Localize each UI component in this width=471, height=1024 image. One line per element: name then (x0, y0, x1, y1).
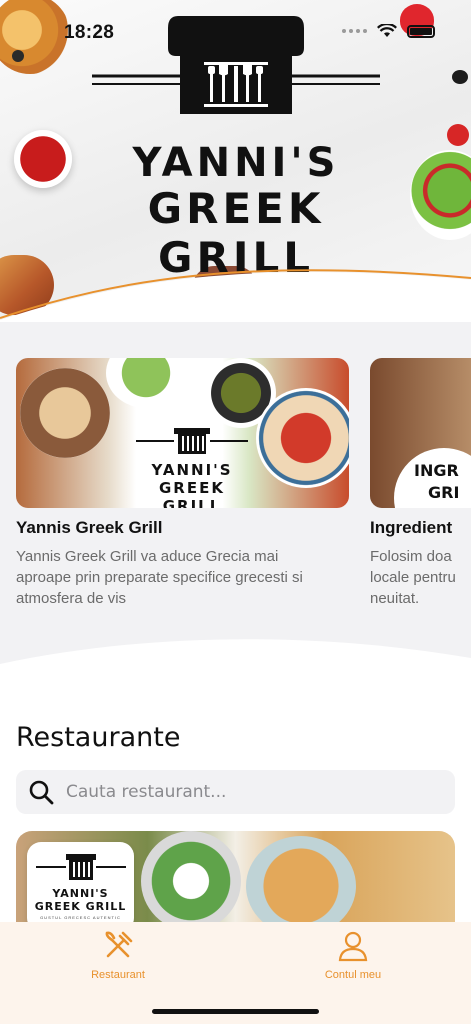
carousel-card-logo: YANNI'S GREEK GRILL (136, 426, 248, 508)
carousel-card-description: Yannis Greek Grill va aduce Grecia mai a… (16, 548, 303, 607)
restaurants-heading: Restaurante (16, 722, 181, 753)
restaurant-search-bar[interactable] (16, 770, 455, 814)
tomato-image (447, 124, 469, 146)
tab-restaurant[interactable]: Restaurant (58, 930, 178, 981)
restaurant-logo: YANNI'S GREEK GRILL (92, 14, 380, 282)
restaurant-logo-line1: YANNI'S (52, 887, 109, 900)
temple-cutlery-icon (35, 854, 126, 880)
ketchup-bowl-image (14, 130, 72, 188)
platter-image (256, 388, 349, 488)
carousel-card[interactable]: INGR GRI Ingredient Folosim doa locale p… (370, 358, 471, 609)
carousel-card-title: Ingredient (370, 518, 453, 537)
restaurant-logo-line2: GREEK GRILL (34, 900, 127, 913)
carousel-card-image: YANNI'S GREEK GRILL (16, 358, 349, 508)
user-icon (338, 931, 368, 962)
carousel-card-image: INGR GRI (370, 358, 471, 508)
carousel-wave-divider (0, 639, 471, 688)
wifi-icon (377, 24, 397, 37)
olive-image (452, 70, 468, 84)
tab-restaurant-label: Restaurant (91, 969, 145, 981)
signal-icon (342, 29, 367, 33)
carousel-logo-line2: GREEK GRILL (159, 479, 225, 508)
battery-icon (407, 24, 435, 38)
carousel-logo-line1: YANNI'S (151, 461, 233, 479)
status-time: 18:28 (64, 22, 115, 43)
carousel-card-description: Folosim doa locale pentru neuitat. (370, 548, 456, 607)
fork-knife-icon (105, 931, 133, 958)
restaurant-card-logo: YANNI'S GREEK GRILL GUSTUL GRECESC AUTEN… (27, 842, 134, 932)
hero-banner: YANNI'S GREEK GRILL 18:28 (0, 0, 471, 322)
temple-cutlery-icon (92, 16, 380, 114)
tab-account[interactable]: Contul meu (293, 930, 413, 981)
tab-account-label: Contul meu (324, 969, 382, 981)
carousel-image-text-line1: INGR (414, 461, 459, 480)
salad-image (106, 358, 186, 408)
olive-image (12, 50, 24, 62)
logo-title-line1: YANNI'S (132, 140, 340, 186)
carousel-image-text-line2: GRI (428, 483, 460, 502)
temple-cutlery-icon (136, 428, 248, 454)
status-icons (342, 24, 435, 38)
salad-bowl-image (410, 150, 471, 240)
hero-wave-divider (0, 269, 471, 322)
pizza-image (0, 0, 70, 74)
carousel-card-image-text: INGR GRI (414, 460, 459, 504)
gyro-plate-image (20, 368, 110, 458)
search-icon (29, 780, 54, 805)
salad-plate-image (141, 831, 241, 931)
carousel-card[interactable]: YANNI'S GREEK GRILL Yannis Greek Grill Y… (16, 358, 349, 609)
home-indicator[interactable] (152, 1009, 319, 1014)
carousel-card-title: Yannis Greek Grill (16, 518, 163, 537)
restaurant-logo-tagline: GUSTUL GRECESC AUTENTIC (40, 915, 121, 920)
search-input[interactable] (66, 782, 436, 802)
grilled-plate-image (246, 836, 356, 936)
